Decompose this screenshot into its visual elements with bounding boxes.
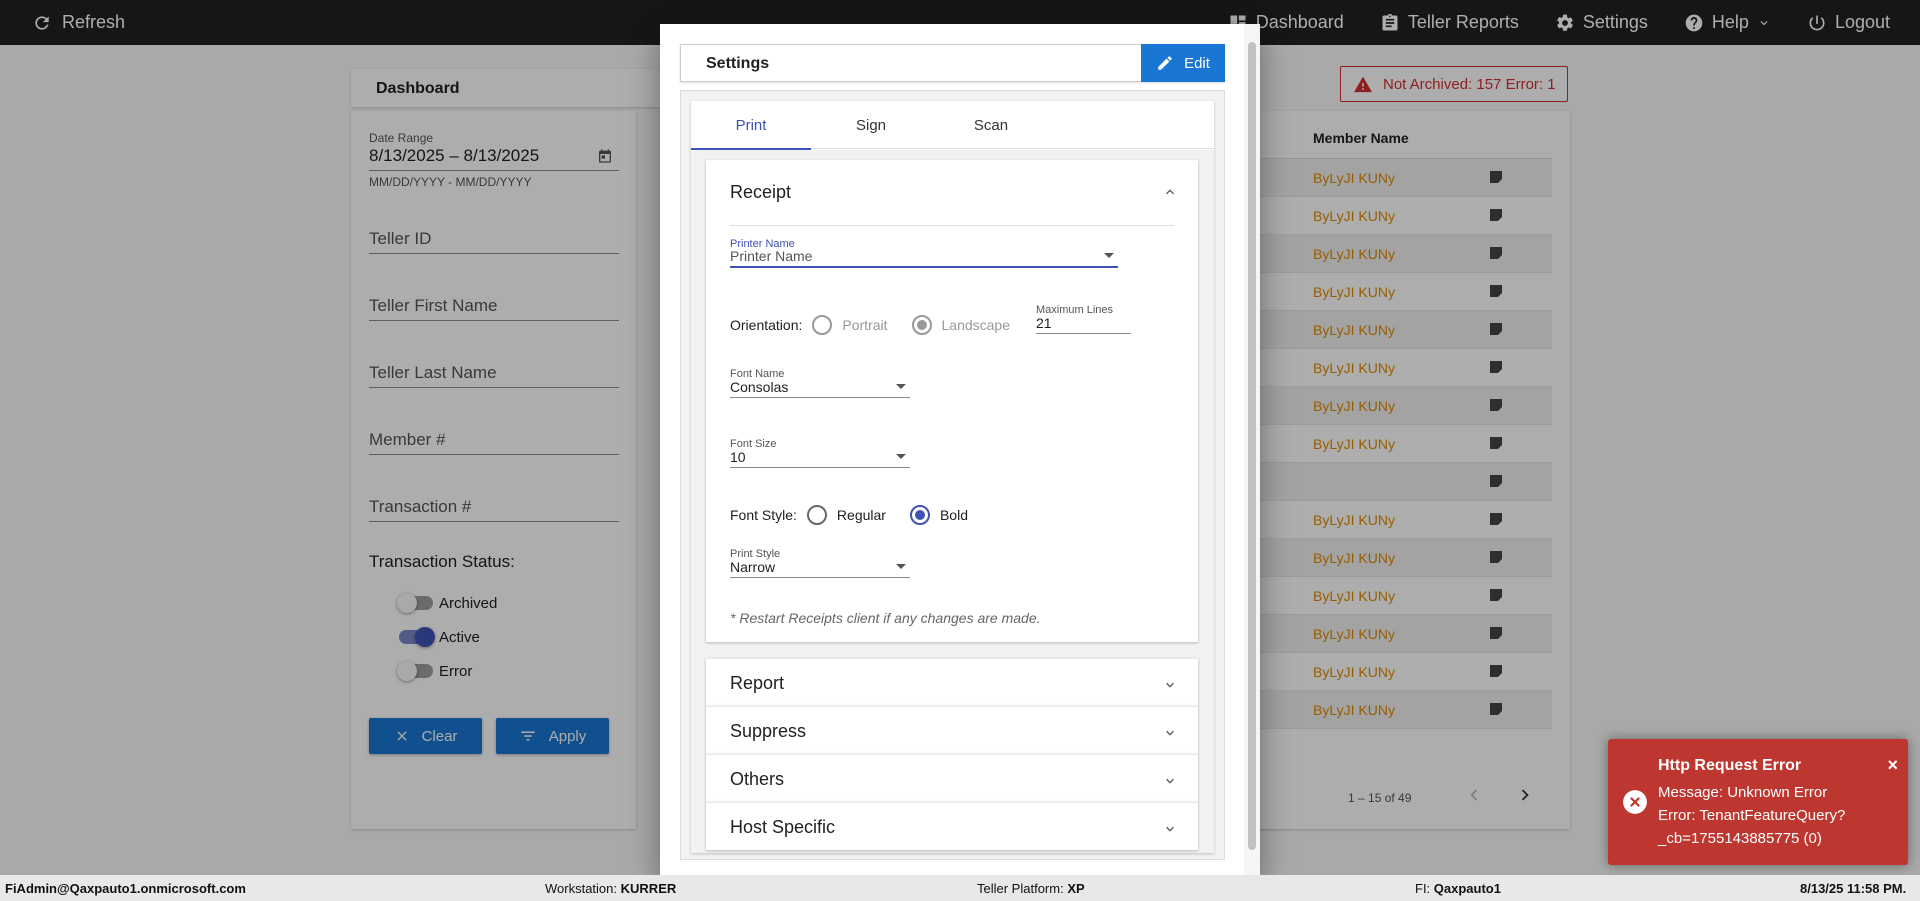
printer-name-value: Printer Name [730, 248, 813, 264]
fi-label: FI: [1415, 881, 1431, 896]
report-title: Report [730, 673, 785, 693]
portrait-label: Portrait [842, 317, 888, 333]
status-user: FiAdmin@Qaxpauto1.onmicrosoft.com [5, 881, 246, 896]
platform-value: XP [1067, 881, 1085, 896]
status-workstation: Workstation: KURRER [545, 881, 676, 896]
bold-radio[interactable] [909, 505, 930, 525]
workstation-label: Workstation: [545, 881, 618, 896]
chevron-up-icon [1166, 189, 1174, 195]
edit-label: Edit [1184, 54, 1210, 72]
dropdown-arrow-icon [896, 564, 906, 569]
font-name-select[interactable]: Font Name Consolas [730, 368, 910, 398]
toast-message: Message: Unknown Error Error: TenantFeat… [1658, 781, 1898, 850]
receipt-panel: Receipt Printer Name Printer Name Orient… [706, 160, 1198, 642]
dialog-body: Print Sign Scan Receipt Printer Name Pri… [680, 90, 1225, 860]
orientation-group: Orientation: Portrait Landscape [730, 315, 1010, 335]
report-panel[interactable]: Report [706, 658, 1198, 706]
bold-label: Bold [939, 507, 968, 523]
font-size-value: 10 [730, 449, 746, 465]
orientation-label: Orientation: [730, 317, 803, 333]
settings-tabs: Print Sign Scan [691, 101, 1214, 150]
chevron-down-icon [1166, 778, 1174, 784]
font-style-label: Font Style: [730, 507, 797, 523]
suppress-panel[interactable]: Suppress [706, 706, 1198, 754]
chevron-down-icon [1166, 730, 1174, 736]
pencil-icon [1158, 56, 1172, 70]
print-style-select[interactable]: Print Style Narrow [730, 548, 910, 578]
maximum-lines-input[interactable]: Maximum Lines 21 [1036, 304, 1131, 334]
font-style-group: Font Style: Regular Bold [730, 505, 968, 525]
host-specific-panel[interactable]: Host Specific [706, 802, 1198, 850]
toast-message-line1: Message: Unknown Error [1658, 784, 1828, 801]
dialog-title: Settings [706, 55, 770, 72]
settings-card: Print Sign Scan Receipt Printer Name Pri… [691, 101, 1214, 853]
status-bar: FiAdmin@Qaxpauto1.onmicrosoft.com Workst… [0, 875, 1920, 901]
regular-label: Regular [836, 507, 886, 523]
dropdown-arrow-icon [896, 384, 906, 389]
dialog-header: Settings Edit [680, 44, 1225, 82]
settings-dialog: Settings Edit Print Sign Scan Receipt Pr… [660, 24, 1260, 876]
print-tab-content: Receipt Printer Name Printer Name Orient… [691, 150, 1214, 853]
tab-print[interactable]: Print [691, 101, 811, 150]
edit-button[interactable]: Edit [1141, 44, 1225, 82]
restart-note: * Restart Receipts client if any changes… [730, 610, 1041, 626]
font-name-value: Consolas [730, 379, 789, 395]
workstation-value: KURRER [620, 881, 677, 896]
platform-label: Teller Platform: [977, 881, 1064, 896]
status-platform: Teller Platform: XP [977, 881, 1085, 896]
toast-message-line2: Error: TenantFeatureQuery?_cb=1755143885… [1658, 807, 1846, 847]
printer-name-select[interactable]: Printer Name Printer Name [730, 238, 1118, 268]
regular-radio[interactable] [806, 505, 827, 525]
tab-scan[interactable]: Scan [931, 101, 1051, 149]
status-fi: FI: Qaxpauto1 [1415, 881, 1501, 896]
dialog-scrollbar[interactable] [1244, 24, 1260, 876]
landscape-label: Landscape [941, 317, 1011, 333]
status-datetime: 8/13/25 11:58 PM. [1800, 881, 1907, 896]
print-style-value: Narrow [730, 559, 776, 575]
others-panel[interactable]: Others [706, 754, 1198, 802]
landscape-radio[interactable] [911, 315, 932, 335]
host-specific-title: Host Specific [730, 817, 836, 837]
error-toast: Http Request Error Message: Unknown Erro… [1608, 739, 1908, 865]
receipt-divider [730, 225, 1174, 226]
maximum-lines-value: 21 [1036, 315, 1052, 331]
others-title: Others [730, 769, 785, 789]
portrait-radio[interactable] [812, 315, 833, 335]
toast-title: Http Request Error [1658, 757, 1802, 774]
fi-value: Qaxpauto1 [1433, 881, 1501, 896]
dropdown-arrow-icon [1104, 253, 1114, 258]
scrollbar-thumb[interactable] [1248, 42, 1256, 850]
error-circle-icon [1623, 790, 1647, 814]
dropdown-arrow-icon [896, 454, 906, 459]
receipt-panel-header[interactable]: Receipt [706, 160, 1198, 208]
font-size-select[interactable]: Font Size 10 [730, 438, 910, 468]
receipt-title: Receipt [730, 182, 792, 202]
chevron-down-icon [1166, 826, 1174, 832]
chevron-down-icon [1166, 682, 1174, 688]
suppress-title: Suppress [730, 721, 807, 741]
tab-sign[interactable]: Sign [811, 101, 931, 149]
toast-close-button[interactable]: × [1887, 755, 1898, 776]
